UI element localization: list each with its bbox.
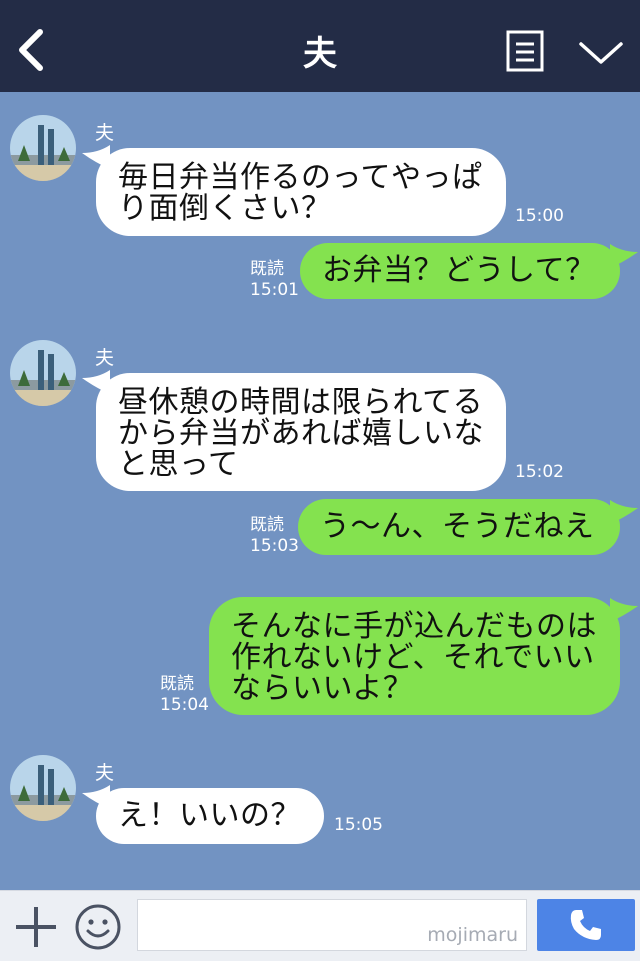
message-time: 15:02 (515, 462, 564, 482)
avatar[interactable] (10, 755, 76, 821)
sender-name: 夫 (95, 347, 115, 369)
bubble-tail (610, 598, 638, 622)
call-button[interactable] (537, 899, 635, 951)
message-bubble-incoming[interactable]: え！いいの？ (96, 788, 324, 844)
sender-name: 夫 (95, 762, 115, 784)
message-time: 15:03 (250, 536, 299, 556)
message-line: そんなに手が込んだものは (231, 609, 597, 644)
message-bubble-incoming[interactable]: 毎日弁当作るのってやっぱ り面倒くさい？ (96, 148, 506, 236)
bubble-tail (610, 244, 638, 268)
message-time: 15:05 (334, 815, 383, 835)
message-bubble-outgoing[interactable]: う～ん、そうだねえ (298, 499, 620, 555)
message-bubble-incoming[interactable]: 昼休憩の時間は限られてる から弁当があれば嬉しいな と思って (96, 373, 506, 491)
message-time: 15:04 (160, 695, 209, 715)
avatar[interactable] (10, 115, 76, 181)
message-line: 毎日弁当作るのってやっぱ (118, 160, 483, 195)
chat-title: 夫 (303, 34, 337, 74)
chevron-down-icon[interactable] (578, 38, 624, 68)
chat-header: 夫 (0, 0, 640, 92)
message-line: え！いいの？ (118, 798, 301, 833)
read-receipt: 既読 (250, 259, 284, 279)
message-input[interactable]: mojimaru (137, 899, 527, 951)
message-line: ならいいよ？ (231, 671, 414, 706)
message-line: 作れないけど、それでいい (231, 640, 595, 675)
smile-icon[interactable] (74, 903, 122, 951)
message-line: から弁当があれば嬉しいな (118, 416, 484, 451)
note-icon[interactable] (506, 30, 544, 74)
tower-photo-icon (10, 755, 76, 821)
input-bar: mojimaru (0, 890, 640, 961)
bubble-tail (610, 500, 638, 524)
message-line: お弁当？どうして？ (322, 253, 596, 288)
message-bubble-outgoing[interactable]: お弁当？どうして？ (300, 243, 620, 299)
tower-photo-icon (10, 115, 76, 181)
plus-icon[interactable] (14, 905, 58, 949)
message-bubble-outgoing[interactable]: そんなに手が込んだものは 作れないけど、それでいい ならいいよ？ (209, 597, 620, 715)
message-time: 15:00 (515, 206, 564, 226)
message-line: う～ん、そうだねえ (320, 509, 595, 544)
phone-icon (570, 910, 601, 940)
avatar[interactable] (10, 340, 76, 406)
read-receipt: 既読 (250, 515, 284, 535)
message-line: 昼休憩の時間は限られてる (118, 385, 484, 420)
message-line: と思って (118, 447, 239, 482)
message-line: り面倒くさい？ (118, 191, 332, 226)
watermark: mojimaru (427, 924, 518, 946)
tower-photo-icon (10, 340, 76, 406)
read-receipt: 既読 (160, 674, 194, 694)
sender-name: 夫 (95, 122, 115, 144)
message-time: 15:01 (250, 280, 299, 300)
